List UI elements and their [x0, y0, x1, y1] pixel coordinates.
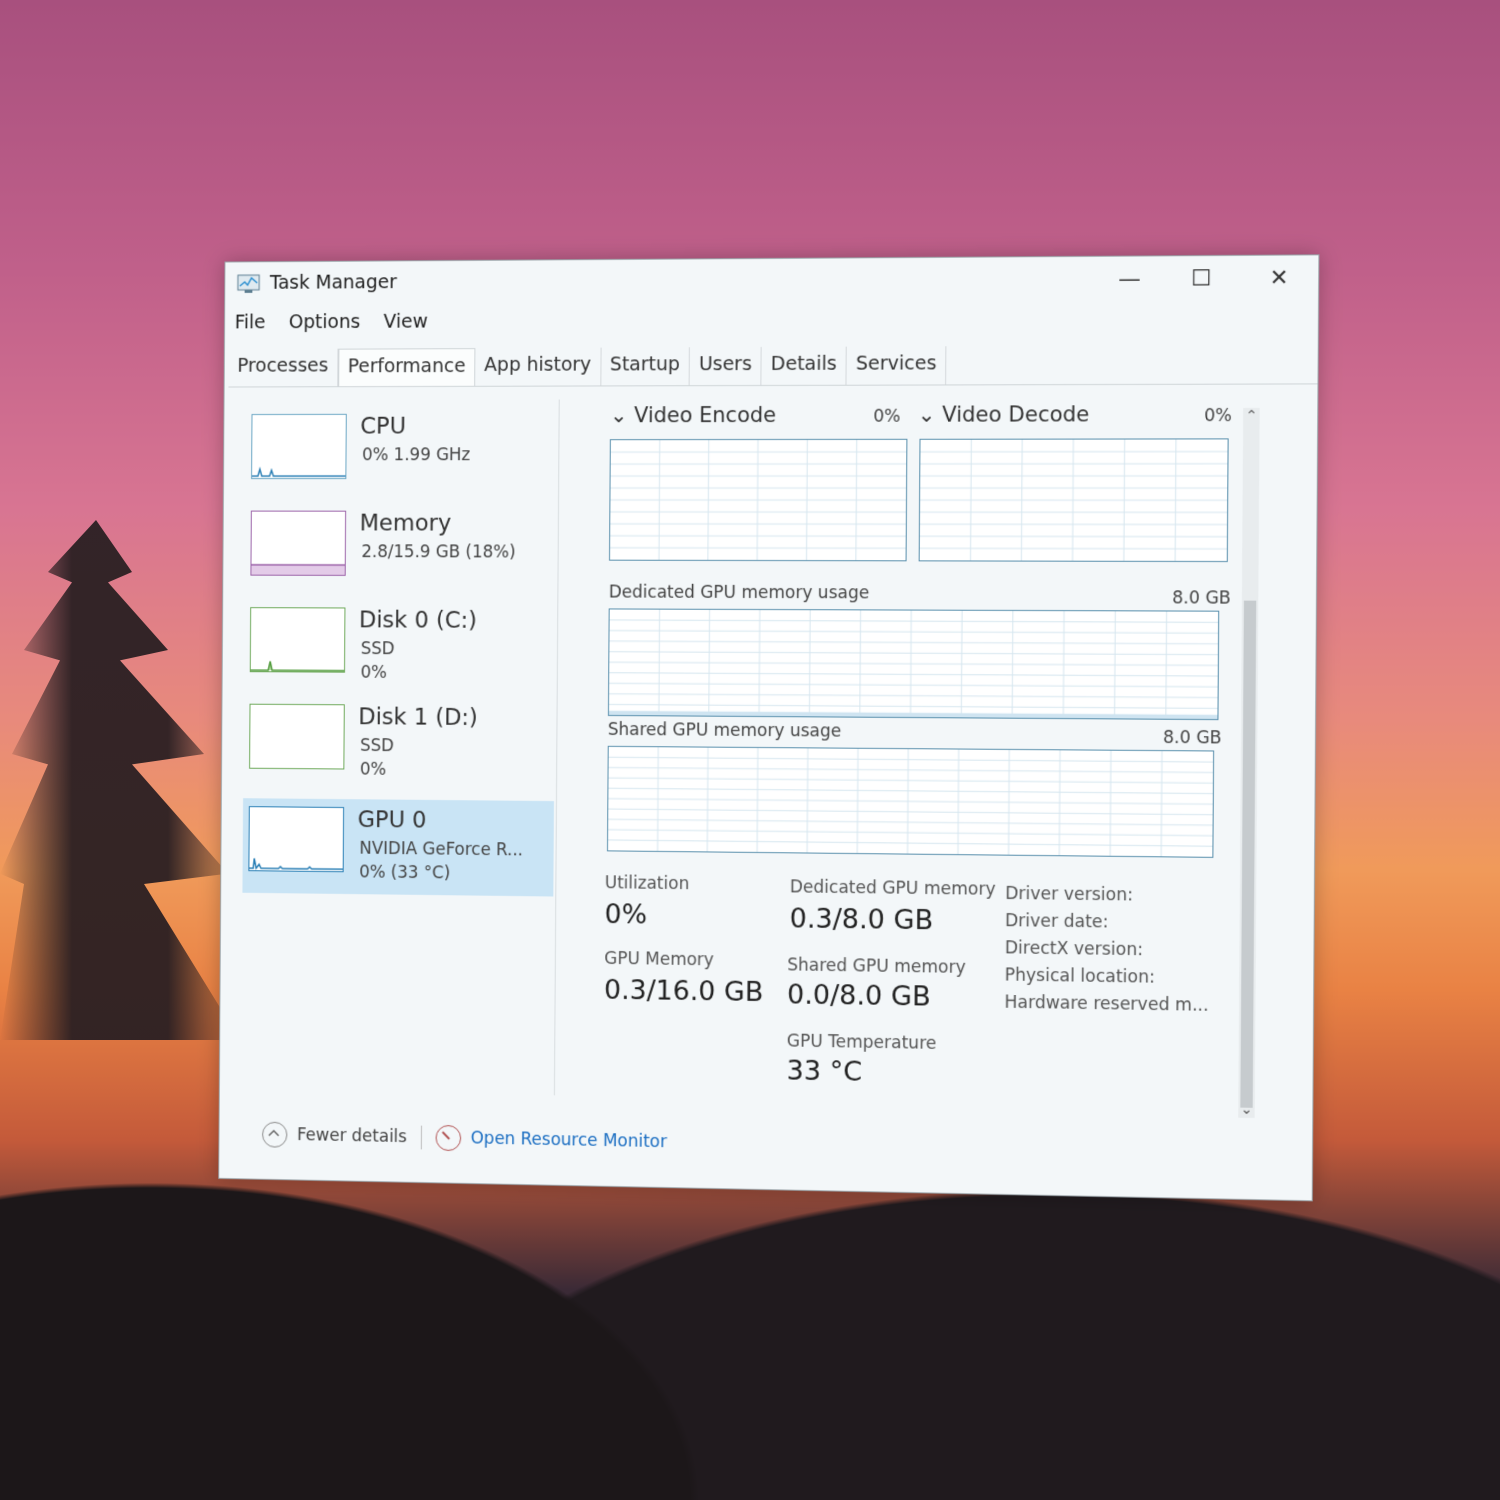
dedicated-gpu-memory-label: Dedicated GPU memory	[789, 877, 996, 900]
video-decode-value: 0%	[1204, 405, 1232, 427]
directx-version-label: DirectX version:	[1004, 938, 1144, 961]
dedicated-gpu-memory-value: 0.3/8.0 GB	[789, 903, 934, 937]
sidebar-item-detail: SSD	[360, 639, 395, 660]
sidebar-item-memory[interactable]: Memory 2.8/15.9 GB (18%)	[244, 503, 556, 599]
menu-bar: File Options View	[235, 311, 428, 340]
dedicated-gpu-memory-max: 8.0 GB	[1172, 588, 1231, 609]
task-manager-window: Task Manager — ☐ ✕ File Options View Pro…	[218, 254, 1320, 1202]
sidebar-item-detail: 2.8/15.9 GB (18%)	[361, 542, 516, 563]
tab-processes[interactable]: Processes	[228, 348, 339, 387]
video-encode-graph	[609, 438, 908, 562]
shared-gpu-memory-max: 8.0 GB	[1162, 727, 1222, 749]
sidebar-item-detail: NVIDIA GeForce R...	[359, 838, 524, 861]
title-bar[interactable]: Task Manager — ☐ ✕	[225, 255, 1318, 307]
maximize-button[interactable]: ☐	[1170, 262, 1232, 297]
shared-gpu-memory-graph	[606, 745, 1215, 858]
sidebar-item-label: Disk 0 (C:)	[358, 607, 477, 634]
sidebar-item-detail-2: 0% (33 °C)	[359, 862, 451, 884]
shared-gpu-memory-usage-label: Shared GPU memory usage	[607, 719, 842, 742]
task-manager-icon	[237, 274, 260, 293]
tab-services[interactable]: Services	[846, 346, 947, 385]
cpu-thumbnail-graph	[251, 413, 347, 480]
sidebar-item-label: Disk 1 (D:)	[358, 704, 478, 731]
driver-date-label: Driver date:	[1004, 911, 1109, 933]
sidebar-item-detail: 0% 1.99 GHz	[362, 445, 471, 466]
utilization-value: 0%	[604, 899, 648, 931]
menu-view[interactable]: View	[384, 311, 428, 339]
sidebar-item-cpu[interactable]: CPU 0% 1.99 GHz	[245, 405, 557, 500]
video-decode-label[interactable]: ⌄ Video Decode	[918, 402, 1090, 427]
gpu-memory-label: GPU Memory	[604, 948, 714, 971]
fewer-details-button[interactable]: Fewer details	[262, 1121, 408, 1150]
gpu-temperature-value: 33 °C	[786, 1055, 863, 1088]
window-title: Task Manager	[269, 271, 397, 294]
hardware-reserved-label: Hardware reserved m...	[1004, 992, 1209, 1016]
sidebar-item-disk-0[interactable]: Disk 0 (C:) SSD 0%	[244, 599, 556, 695]
physical-location-label: Physical location:	[1004, 965, 1156, 988]
sidebar-item-label: GPU 0	[357, 807, 427, 834]
sidebar-item-detail: SSD	[360, 736, 395, 757]
sidebar-item-detail-2: 0%	[359, 759, 387, 780]
menu-options[interactable]: Options	[289, 311, 361, 339]
fewer-details-label: Fewer details	[296, 1125, 408, 1148]
scrollbar-thumb[interactable]	[1240, 600, 1257, 1108]
video-encode-value: 0%	[873, 406, 901, 427]
open-resource-monitor-label: Open Resource Monitor	[470, 1128, 668, 1153]
tab-bar: Processes Performance App history Startu…	[228, 344, 1318, 388]
gpu-memory-value: 0.3/16.0 GB	[603, 974, 764, 1009]
shared-gpu-memory-label: Shared GPU memory	[787, 955, 966, 978]
sidebar-item-disk-1[interactable]: Disk 1 (D:) SSD 0%	[243, 696, 555, 793]
menu-file[interactable]: File	[235, 312, 266, 340]
tab-users[interactable]: Users	[689, 346, 762, 386]
close-button[interactable]: ✕	[1248, 261, 1310, 296]
scroll-up-icon[interactable]: ⌃	[1243, 408, 1260, 424]
sidebar-item-detail-2: 0%	[360, 662, 388, 683]
gpu-temperature-label: GPU Temperature	[786, 1031, 937, 1054]
utilization-label: Utilization	[604, 873, 690, 895]
dedicated-gpu-memory-usage-label: Dedicated GPU memory usage	[608, 582, 870, 604]
sidebar-item-label: Memory	[359, 510, 452, 537]
footer: Fewer details Open Resource Monitor	[262, 1121, 668, 1156]
dedicated-gpu-memory-graph	[607, 608, 1220, 721]
minimize-button[interactable]: —	[1099, 262, 1160, 297]
footer-separator	[420, 1125, 422, 1150]
tab-startup[interactable]: Startup	[600, 347, 690, 386]
gpu-detail-panel: ⌄ Video Encode 0% ⌄ Video Decode 0% Dedi…	[597, 398, 1247, 1128]
sidebar-item-label: CPU	[360, 413, 407, 440]
tab-app-history[interactable]: App history	[475, 347, 602, 386]
sidebar-item-gpu-0[interactable]: GPU 0 NVIDIA GeForce R... 0% (33 °C)	[242, 798, 554, 897]
scroll-down-icon[interactable]: ⌄	[1238, 1101, 1255, 1118]
open-resource-monitor-link[interactable]: Open Resource Monitor	[435, 1124, 668, 1155]
shared-gpu-memory-value: 0.0/8.0 GB	[786, 979, 931, 1013]
video-encode-label[interactable]: ⌄ Video Encode	[610, 403, 776, 427]
gpu-thumbnail-graph	[248, 806, 345, 873]
resource-monitor-icon	[435, 1124, 461, 1152]
performance-sidebar: CPU 0% 1.99 GHz Memory 2.8/15.9 GB (18%)…	[241, 399, 560, 1096]
video-decode-graph	[918, 438, 1229, 563]
memory-thumbnail-graph	[250, 510, 347, 576]
disk-1-thumbnail-graph	[249, 703, 345, 770]
tab-details[interactable]: Details	[761, 346, 847, 385]
chevron-up-circle-icon	[262, 1121, 288, 1148]
disk-0-thumbnail-graph	[249, 607, 346, 673]
driver-version-label: Driver version:	[1005, 883, 1134, 906]
tab-performance[interactable]: Performance	[337, 348, 476, 387]
